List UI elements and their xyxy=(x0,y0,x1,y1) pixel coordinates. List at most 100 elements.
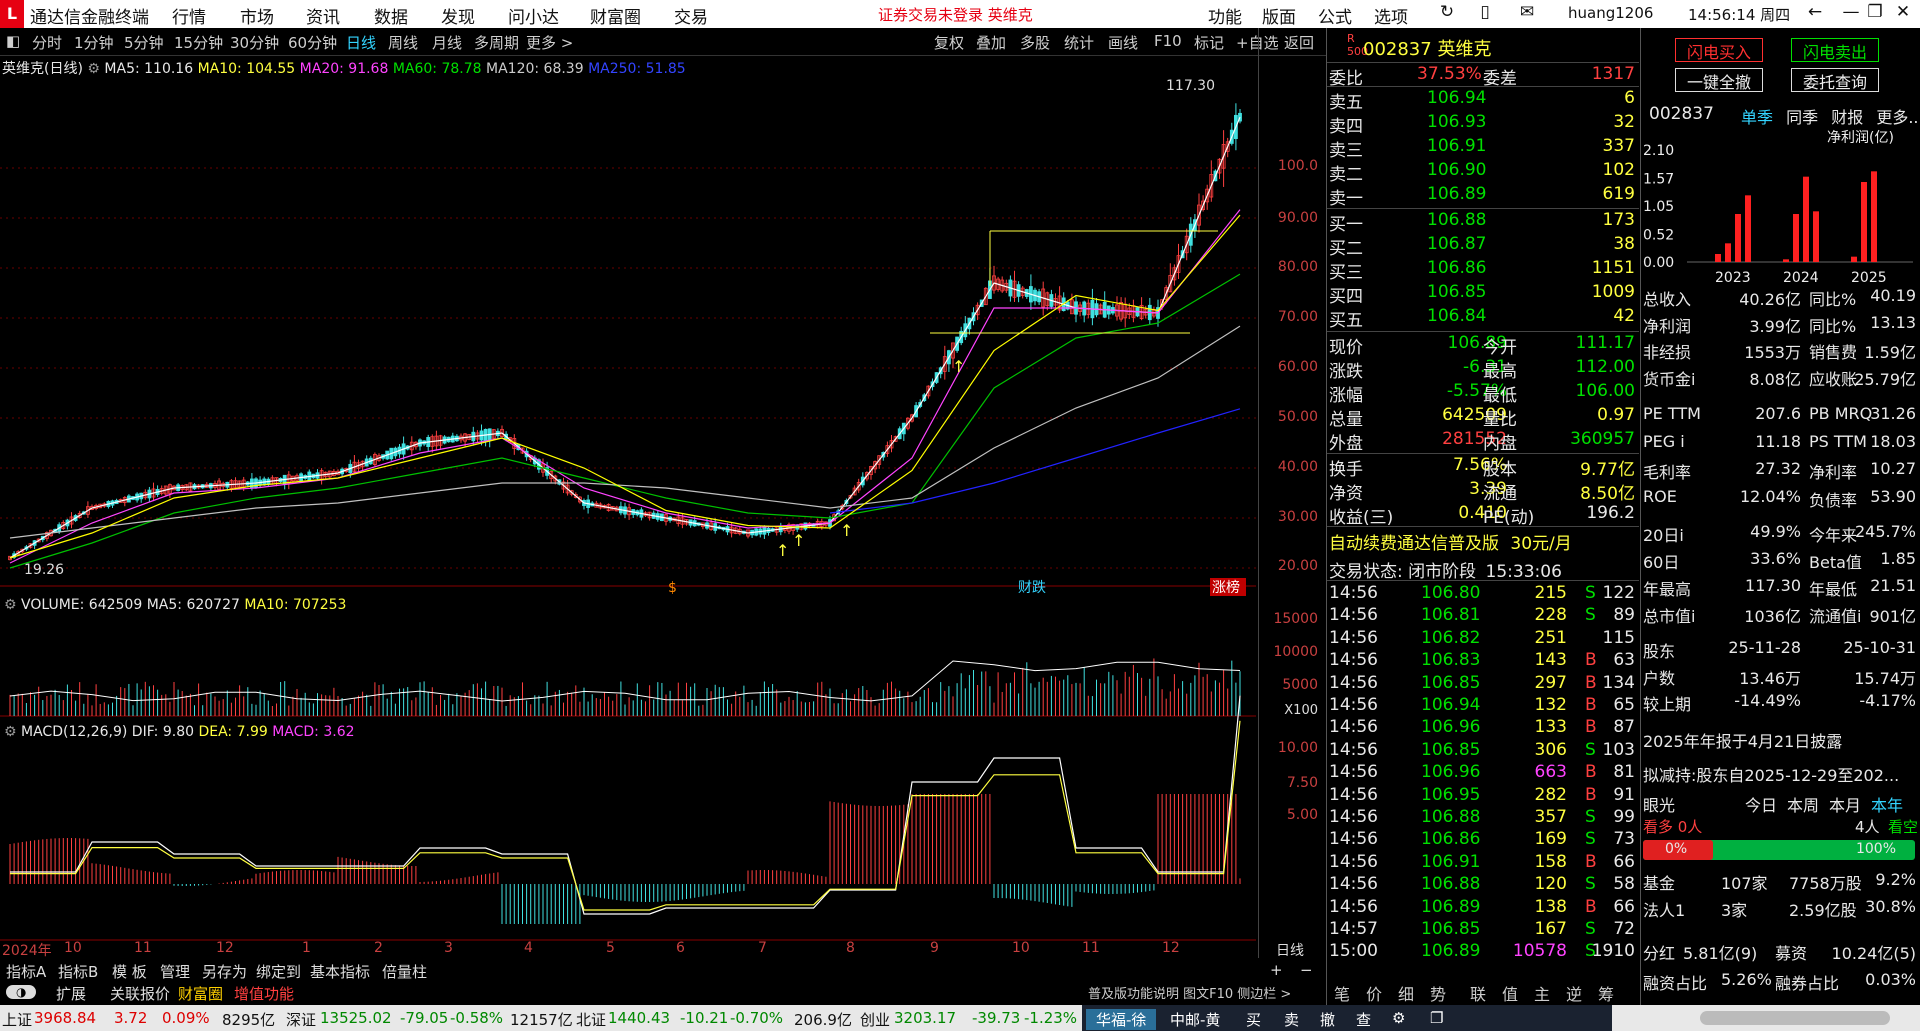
side-tab[interactable]: 值 xyxy=(1502,981,1518,1005)
tab-value-added[interactable]: 增值功能 xyxy=(234,983,294,1004)
flash-buy-button[interactable]: 闪电买入 xyxy=(1675,38,1763,62)
gear-icon[interactable]: ⚙ xyxy=(1392,1009,1405,1027)
tab-basic-indicator[interactable]: 基本指标 xyxy=(310,961,370,982)
window-icon[interactable]: ❐ xyxy=(1430,1009,1443,1027)
account-tab-1[interactable]: 华福-徐 xyxy=(1086,1009,1157,1030)
tool-duogu[interactable]: 多股 xyxy=(1020,32,1050,53)
side-tab[interactable]: 逆 xyxy=(1566,981,1582,1005)
quick-cancel[interactable]: 撤 xyxy=(1320,1009,1335,1030)
tab-more[interactable]: 更多.. xyxy=(1876,108,1918,127)
tab-report[interactable]: 财报 xyxy=(1831,108,1863,127)
username[interactable]: huang1206 xyxy=(1568,4,1653,22)
tab-manage[interactable]: 管理 xyxy=(160,961,190,982)
marker-die[interactable]: 跌 xyxy=(1032,580,1046,596)
mail-icon[interactable]: ✉ xyxy=(1514,2,1540,22)
tf-5min[interactable]: 5分钟 xyxy=(124,32,164,53)
menu-gongshi[interactable]: 公式 xyxy=(1318,3,1352,28)
macd-settings-icon[interactable]: ⚙ xyxy=(4,724,17,740)
scroll-track[interactable] xyxy=(1700,1011,1890,1025)
minimize-icon[interactable]: — xyxy=(1838,2,1864,22)
quick-buy[interactable]: 买 xyxy=(1246,1009,1261,1030)
tab-related-quote[interactable]: 关联报价 xyxy=(110,983,170,1004)
menu-shichang[interactable]: 市场 xyxy=(240,3,274,28)
tool-diejia[interactable]: 叠加 xyxy=(976,32,1006,53)
tool-fanhui[interactable]: 返回 xyxy=(1284,32,1314,53)
menu-caifuquan[interactable]: 财富圈 xyxy=(590,3,641,28)
menu-banmian[interactable]: 版面 xyxy=(1262,3,1296,28)
side-tab[interactable]: 笔 xyxy=(1334,981,1350,1005)
tab-extend[interactable]: 扩展 xyxy=(56,983,86,1004)
tab-quarter[interactable]: 单季 xyxy=(1741,108,1773,127)
phone-icon[interactable]: ▯ xyxy=(1472,2,1498,22)
fund-label: PB MRQ xyxy=(1809,404,1873,423)
account-tab-2[interactable]: 中邮-黄 xyxy=(1170,1009,1220,1030)
menu-gongneng[interactable]: 功能 xyxy=(1208,3,1242,28)
side-tab[interactable]: 价 xyxy=(1366,981,1382,1005)
side-tab[interactable]: 细 xyxy=(1398,981,1414,1005)
tf-1min[interactable]: 1分钟 xyxy=(74,32,114,53)
side-tab[interactable]: 主 xyxy=(1534,981,1550,1005)
volume-settings-icon[interactable]: ⚙ xyxy=(4,597,17,613)
marker-zhangbang[interactable]: 涨榜 xyxy=(1212,579,1240,596)
tab-indicator-a[interactable]: 指标A xyxy=(6,961,46,982)
tab-indicator-b[interactable]: 指标B xyxy=(58,961,98,982)
refresh-icon[interactable]: ↻ xyxy=(1434,2,1460,22)
menu-wenxiaoda[interactable]: 问小达 xyxy=(508,3,559,28)
tf-60min[interactable]: 60分钟 xyxy=(288,32,337,53)
menu-hangqing[interactable]: 行情 xyxy=(172,3,206,28)
zoom-out-icon[interactable]: − xyxy=(1300,961,1313,979)
promo-text[interactable]: 自动续费通达信普及版 xyxy=(1329,534,1499,554)
tool-huaxian[interactable]: 画线 xyxy=(1108,32,1138,53)
tf-weekly[interactable]: 周线 xyxy=(388,32,418,53)
menu-shuju[interactable]: 数据 xyxy=(374,3,408,28)
marker-s[interactable]: $ xyxy=(668,580,677,596)
tf-fenshi[interactable]: 分时 xyxy=(32,32,62,53)
tool-biaoji[interactable]: 标记 xyxy=(1194,32,1224,53)
axis-toggle-icon[interactable]: 日线 xyxy=(1276,940,1304,960)
menu-xuanxiang[interactable]: 选项 xyxy=(1374,3,1408,28)
tf-15min[interactable]: 15分钟 xyxy=(174,32,223,53)
tf-monthly[interactable]: 月线 xyxy=(432,32,462,53)
maximize-icon[interactable]: ❐ xyxy=(1862,2,1888,22)
tab-beiliang[interactable]: 倍量柱 xyxy=(382,961,427,982)
kline-chart[interactable]: 117.3019.26$ 财跌涨榜↑↑↑↑ xyxy=(0,56,1258,956)
tool-tongji[interactable]: 统计 xyxy=(1064,32,1094,53)
side-tab[interactable]: 筹 xyxy=(1598,981,1614,1005)
sidebar-toggle-icon[interactable]: ◧ xyxy=(6,32,20,50)
menu-zixun[interactable]: 资讯 xyxy=(306,3,340,28)
promo-row[interactable]: 自动续费通达信普及版 30元/月 xyxy=(1329,529,1572,554)
tab-same-quarter[interactable]: 同季 xyxy=(1786,108,1818,127)
menu-faxian[interactable]: 发现 xyxy=(441,3,475,28)
report-date[interactable]: 2025年年报于4月21日披露 xyxy=(1643,728,1842,752)
back-icon[interactable]: ← xyxy=(1802,2,1828,22)
tab-caifuquan[interactable]: 财富圈 xyxy=(178,983,223,1004)
tf-multi[interactable]: 多周期 xyxy=(474,32,519,53)
flash-sell-button[interactable]: 闪电卖出 xyxy=(1791,38,1879,62)
eye-tab[interactable]: 今日 xyxy=(1745,792,1777,816)
reduce-notice[interactable]: 拟减持:股东自2025-12-29至202... xyxy=(1643,762,1899,786)
promo-price[interactable]: 30元/月 xyxy=(1510,534,1571,554)
tab-saveas[interactable]: 另存为 xyxy=(202,961,247,982)
f10-info[interactable]: 普及版功能说明 图文F10 侧边栏 > xyxy=(1088,983,1291,1002)
eye-tab[interactable]: 本年 xyxy=(1871,792,1903,816)
marker-cai[interactable]: 财 xyxy=(1018,580,1032,596)
toggle-switch[interactable]: ◑ xyxy=(6,985,37,999)
tf-more[interactable]: 更多 > xyxy=(526,32,573,53)
cancel-all-button[interactable]: 一键全撤 xyxy=(1675,68,1763,92)
tab-template[interactable]: 模 板 xyxy=(112,961,147,982)
tool-fuquan[interactable]: 复权 xyxy=(934,32,964,53)
eye-tab[interactable]: 本周 xyxy=(1787,792,1819,816)
quick-query[interactable]: 查 xyxy=(1356,1009,1371,1030)
zoom-in-icon[interactable]: + xyxy=(1270,961,1283,979)
tool-f10[interactable]: F10 xyxy=(1154,32,1182,50)
close-icon[interactable]: ✕ xyxy=(1890,2,1916,22)
side-tab[interactable]: 势 xyxy=(1430,981,1446,1005)
tab-bind[interactable]: 绑定到 xyxy=(256,961,301,982)
side-tab[interactable]: 联 xyxy=(1470,981,1486,1005)
tf-30min[interactable]: 30分钟 xyxy=(230,32,279,53)
eye-tab[interactable]: 本月 xyxy=(1829,792,1861,816)
menu-jiaoyi[interactable]: 交易 xyxy=(674,3,708,28)
order-query-button[interactable]: 委托查询 xyxy=(1791,68,1879,92)
quick-sell[interactable]: 卖 xyxy=(1284,1009,1299,1030)
tf-daily[interactable]: 日线 xyxy=(346,32,376,53)
